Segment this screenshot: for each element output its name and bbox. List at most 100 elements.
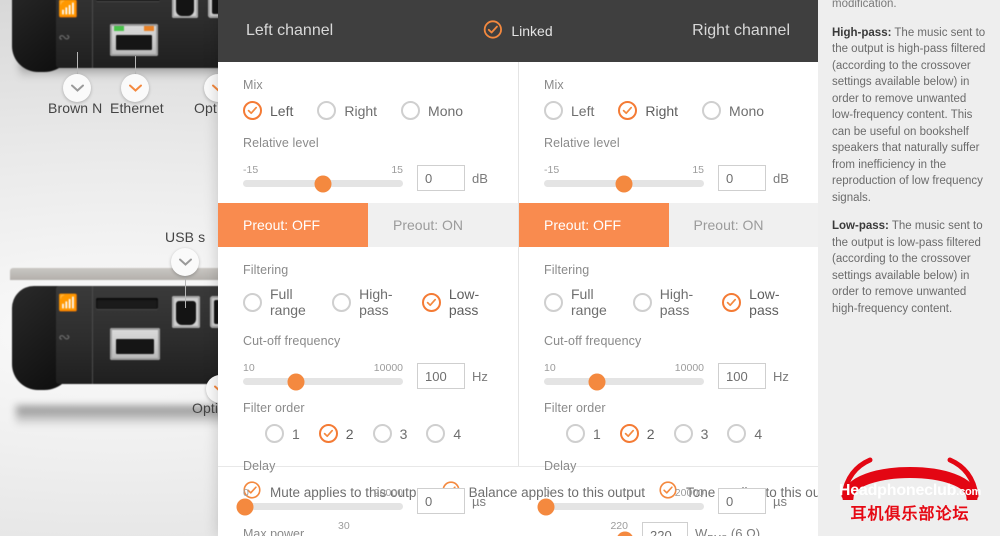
max-power-control: Max power 30 220 220 WRMS (6 Ω) — [243, 520, 793, 536]
filtering-option-low-pass[interactable]: Low-pass — [722, 286, 793, 318]
slider-min: -15 — [544, 164, 560, 176]
slider-max: 20000 — [674, 487, 704, 499]
left-channel-title: Left channel — [246, 22, 334, 39]
relative-level-slider[interactable] — [243, 175, 403, 192]
max-power-input[interactable]: 220 — [642, 522, 688, 536]
mix-option-label: Right — [645, 102, 679, 119]
filter-order-option-label: 4 — [754, 425, 763, 442]
radio-selected-icon — [619, 424, 639, 443]
tab-preout-on[interactable]: Preout: ON — [368, 203, 518, 247]
radio-icon — [265, 424, 284, 443]
ethernet-port — [110, 328, 160, 360]
delay-label: Delay — [544, 459, 577, 473]
filter-order-option-1[interactable]: 1 — [566, 424, 601, 443]
mix-option-label: Mono — [729, 102, 765, 119]
tab-preout-off[interactable]: Preout: OFF — [218, 203, 368, 247]
slider-max: 15 — [692, 164, 704, 176]
filtering-option-label: Low-pass — [749, 286, 780, 318]
preout-tabs-left: Preout: OFF Preout: ON — [218, 203, 518, 247]
filter-order-option-1[interactable]: 1 — [265, 424, 300, 443]
radio-selected-icon — [722, 292, 742, 312]
relative-level-unit: dB — [472, 170, 488, 186]
slider-thumb[interactable] — [236, 498, 254, 515]
usb-port — [172, 296, 200, 328]
filter-order-option-2[interactable]: 2 — [318, 424, 354, 443]
linked-toggle[interactable]: Linked — [483, 20, 553, 42]
delay-control: 0 20000 0 µs — [236, 487, 493, 515]
tab-preout-on[interactable]: Preout: ON — [668, 203, 818, 247]
filtering-option-label: Low-pass — [448, 286, 480, 318]
filtering-option-high-pass[interactable]: High-pass — [632, 286, 706, 318]
radio-icon — [426, 424, 446, 443]
slider-max: 10000 — [373, 362, 403, 374]
relative-level-control: -15 15 0 dB — [243, 164, 493, 192]
cutoff-input[interactable]: 100 — [417, 363, 465, 389]
slider-thumb[interactable] — [314, 175, 332, 192]
radio-icon — [243, 292, 262, 312]
callout-label: Brown N — [48, 100, 103, 116]
relative-level-slider[interactable] — [544, 175, 704, 192]
cutoff-slider[interactable] — [544, 373, 704, 390]
cutoff-slider[interactable] — [243, 373, 403, 390]
cutoff-control: 10 10000 100 Hz — [544, 362, 793, 390]
chevron-down-icon[interactable] — [171, 248, 199, 276]
slider-max: 15 — [391, 164, 403, 176]
chevron-down-icon[interactable] — [121, 74, 149, 102]
filtering-option-high-pass[interactable]: High-pass — [332, 286, 406, 318]
relative-level-input[interactable]: 0 — [718, 165, 766, 191]
slider-thumb[interactable] — [537, 498, 555, 515]
mix-option-label: Right — [344, 102, 378, 119]
slider-thumb[interactable] — [588, 373, 606, 390]
radio-icon — [332, 292, 352, 312]
mix-option-right[interactable]: Right — [618, 101, 678, 120]
delay-slider[interactable] — [537, 498, 704, 515]
chevron-down-icon[interactable] — [63, 74, 91, 102]
delay-input[interactable]: 0 — [718, 488, 766, 514]
slider-thumb[interactable] — [616, 531, 634, 536]
filtering-option-label: Full range — [270, 286, 306, 318]
radio-icon — [544, 292, 563, 312]
slider-thumb[interactable] — [615, 175, 633, 192]
delay-slider[interactable] — [236, 498, 403, 515]
radio-selected-icon — [421, 292, 441, 312]
filter-order-radio-group: 1 2 3 4 — [243, 424, 493, 443]
callout-label: Opt — [194, 100, 217, 116]
help-panel: modification. High-pass: The music sent … — [818, 0, 1000, 536]
relative-level-input[interactable]: 0 — [417, 165, 465, 191]
mix-option-mono[interactable]: Mono — [401, 101, 463, 120]
filtering-label: Filtering — [544, 263, 590, 277]
filtering-option-label: High-pass — [359, 286, 393, 318]
preout-tabs-right: Preout: OFF Preout: ON — [519, 203, 818, 247]
filter-order-option-4[interactable]: 4 — [426, 424, 461, 443]
linked-label: Linked — [511, 23, 553, 39]
mix-option-left[interactable]: Left — [243, 101, 293, 120]
help-text: The music sent to the output is low-pass… — [832, 220, 983, 315]
filter-order-label: Filter order — [243, 401, 305, 415]
mix-option-left[interactable]: Left — [544, 101, 594, 120]
right-channel-column: Mix Left Right Mono Relative level -15 1… — [518, 62, 818, 515]
filtering-radio-group: Full range High-pass Low-pass — [243, 286, 493, 318]
delay-input[interactable]: 0 — [417, 488, 465, 514]
mix-option-mono[interactable]: Mono — [702, 101, 764, 120]
radio-icon — [372, 424, 392, 443]
filter-order-label: Filter order — [544, 401, 606, 415]
ethernet-port — [110, 24, 158, 56]
filtering-option-low-pass[interactable]: Low-pass — [421, 286, 493, 318]
usb-port — [172, 0, 198, 18]
tab-preout-off[interactable]: Preout: OFF — [519, 203, 669, 247]
filtering-option-full-range[interactable]: Full range — [243, 286, 316, 318]
filter-order-option-3[interactable]: 3 — [372, 424, 407, 443]
filter-order-option-2[interactable]: 2 — [619, 424, 655, 443]
radio-icon — [673, 424, 693, 443]
mix-option-right[interactable]: Right — [317, 101, 377, 120]
filter-order-option-3[interactable]: 3 — [673, 424, 708, 443]
relative-level-unit: dB — [773, 170, 789, 186]
slider-thumb[interactable] — [287, 373, 305, 390]
mix-label: Mix — [243, 78, 263, 92]
filtering-option-full-range[interactable]: Full range — [544, 286, 617, 318]
cutoff-label: Cut-off frequency — [544, 334, 642, 348]
cutoff-input[interactable]: 100 — [718, 363, 766, 389]
slider-max: 10000 — [674, 362, 704, 374]
mix-option-label: Left — [270, 102, 294, 119]
filter-order-option-4[interactable]: 4 — [727, 424, 762, 443]
